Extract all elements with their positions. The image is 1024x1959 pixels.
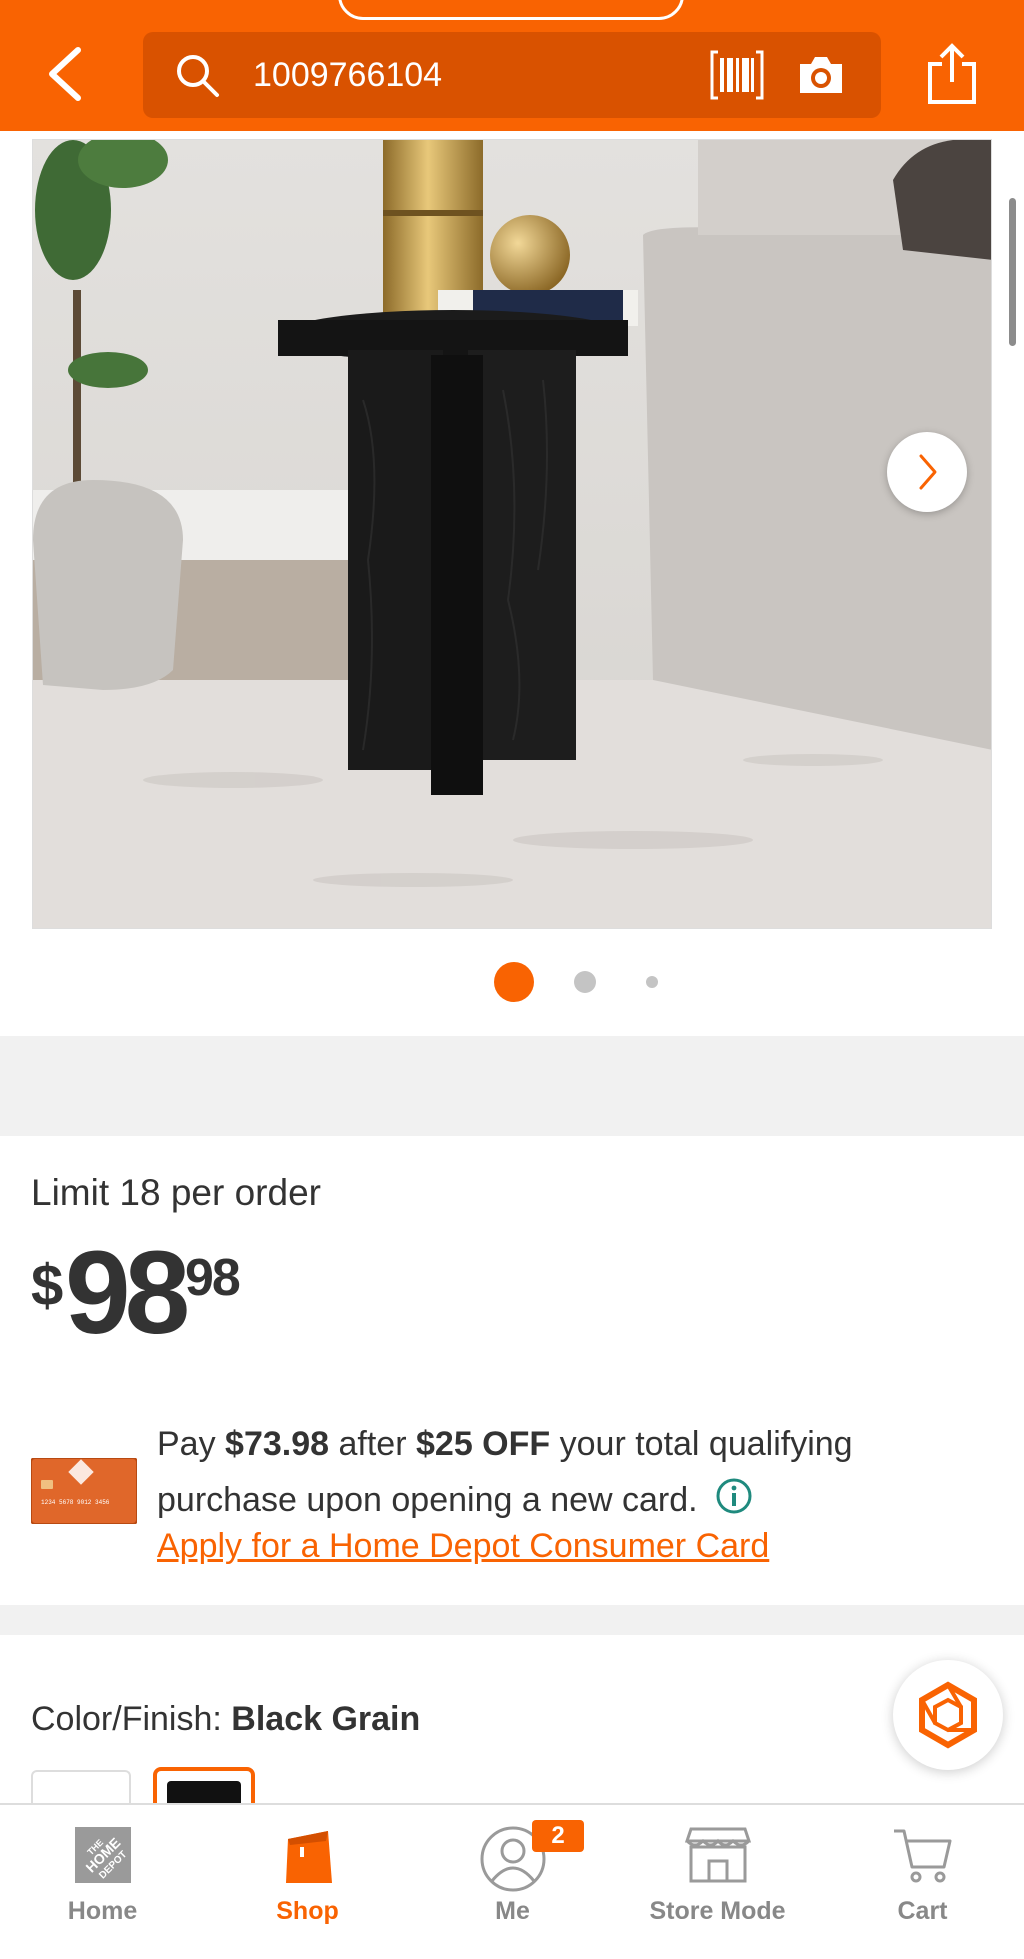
section-divider [0,1036,1024,1136]
tab-me[interactable]: Me [410,1805,615,1959]
home-depot-logo-icon: THEHOMEDEPOT [74,1827,131,1883]
share-icon[interactable] [924,42,980,106]
search-bar[interactable]: 1009766104 [143,32,881,118]
chevron-right-icon [919,454,937,490]
price-cents: 98 [185,1249,241,1307]
page-scrollbar[interactable] [1009,198,1016,346]
order-limit-text: Limit 18 per order [31,1172,321,1213]
tab-shop[interactable]: Shop [205,1805,410,1959]
tab-label: Me [495,1897,530,1925]
tab-store-mode[interactable]: Store Mode [615,1805,820,1959]
back-arrow-icon [49,47,81,101]
hexagon-logo-icon [919,1681,977,1749]
price-dollars: 98 [65,1227,190,1359]
section-divider [0,1605,1024,1635]
product-photo [33,140,991,928]
tab-cart[interactable]: Cart [820,1805,1024,1959]
next-image-button[interactable] [887,432,967,512]
carousel-dot[interactable] [574,971,596,993]
store-icon [684,1827,751,1883]
card-number-text: 1234 5678 9012 3456 [41,1499,110,1506]
tab-label: Cart [897,1897,948,1925]
bottom-tab-bar: THE HOME DEPOT Home Shop Me Store Mode C… [0,1803,1024,1957]
sheet-pull-tab[interactable] [338,0,684,20]
tab-home[interactable]: THE HOME DEPOT Home [0,1805,205,1959]
search-icon [177,55,219,97]
shop-bag-icon [285,1831,332,1883]
info-icon[interactable] [715,1477,753,1515]
product-image-carousel[interactable] [32,139,992,929]
search-input[interactable]: 1009766104 [253,32,442,118]
notification-badge: 2 [532,1820,584,1852]
selected-color: Black Grain [231,1700,421,1738]
tab-label: Shop [276,1897,339,1925]
price-currency: $ [31,1253,64,1318]
promo-discount: $25 OFF [416,1425,551,1463]
barcode-scan-icon[interactable] [710,50,764,100]
top-header: 1009766104 [0,0,1024,131]
assistant-button[interactable] [893,1660,1003,1770]
color-finish-label: Color/Finish: Black Grain [31,1700,421,1738]
tab-label: Home [67,1897,138,1925]
cart-icon [893,1829,951,1883]
card-promo-text: Pay $73.98 after $25 OFF your total qual… [157,1425,853,1519]
carousel-dot-active[interactable] [494,962,534,1002]
back-button[interactable] [40,44,92,104]
carousel-dot[interactable] [646,976,658,988]
camera-icon[interactable] [796,52,846,98]
credit-card-image: 1234 5678 9012 3456 [31,1458,137,1524]
apply-card-link[interactable]: Apply for a Home Depot Consumer Card [157,1527,769,1566]
tab-label: Store Mode [649,1897,786,1925]
promo-price: $73.98 [225,1425,330,1463]
